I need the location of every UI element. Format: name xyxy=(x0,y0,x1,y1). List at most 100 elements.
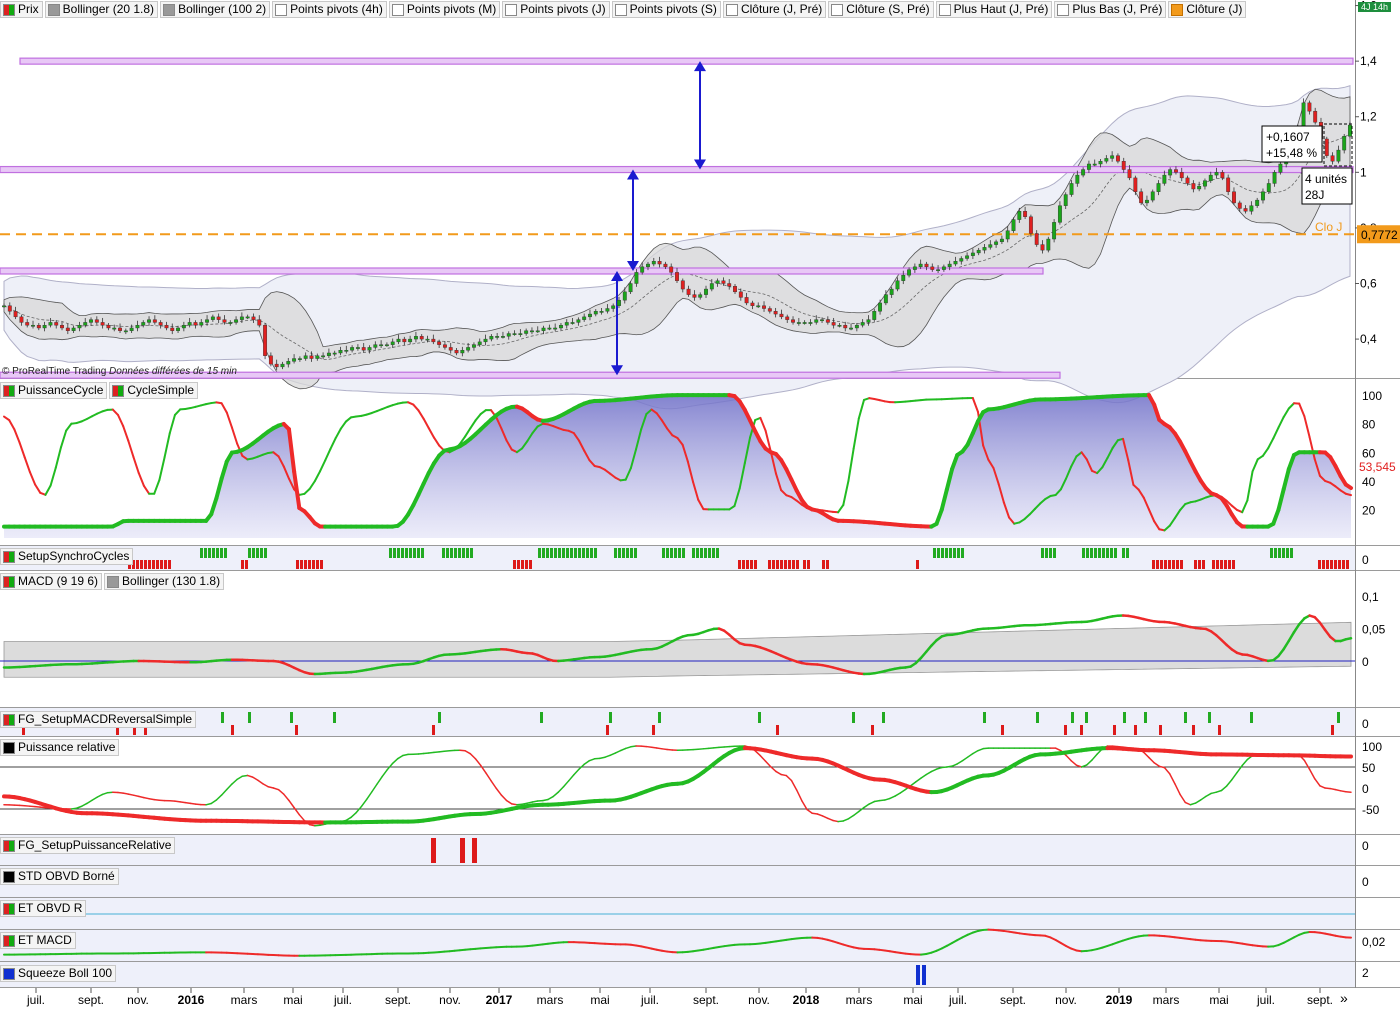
synchro-bar-green xyxy=(582,548,585,558)
candle-body xyxy=(588,313,592,318)
legend-item-squeeze-0[interactable]: Squeeze Boll 100 xyxy=(0,965,117,982)
synchro-bar-red xyxy=(784,560,787,569)
synchro-bar-red xyxy=(780,560,783,569)
synchro-bar-red xyxy=(772,560,775,569)
legend-item-price-5[interactable]: Points pivots (J) xyxy=(502,1,610,18)
candle xyxy=(1301,98,1306,131)
relative-fast-line xyxy=(308,823,316,827)
legend-label: Points pivots (4h) xyxy=(290,2,383,16)
synchro-bar-red xyxy=(822,560,825,569)
candle-body xyxy=(94,319,99,323)
synchro-bar-red xyxy=(776,560,779,569)
synchro-bar-green xyxy=(1114,548,1117,558)
x-tick-label: juil. xyxy=(333,993,352,1007)
candle-body xyxy=(843,324,848,329)
candle-body xyxy=(454,350,459,354)
legend-item-price-4[interactable]: Points pivots (M) xyxy=(388,1,501,18)
legend-swatch-icon xyxy=(163,3,176,16)
macd-reversal-up xyxy=(333,712,336,723)
synchro-bar-green xyxy=(1045,548,1048,558)
candle-body xyxy=(338,350,343,354)
synchro-bar-red xyxy=(768,560,771,569)
synchro-bar-green xyxy=(937,548,940,558)
legend-item-rel_setup-0[interactable]: FG_SetupPuissanceRelative xyxy=(0,837,176,854)
candle-body xyxy=(1040,244,1045,251)
relative-tick-label: 0 xyxy=(1362,782,1369,796)
x-tick-label: 2016 xyxy=(178,993,205,1007)
legend-item-price-3[interactable]: Points pivots (4h) xyxy=(272,1,387,18)
legend-item-macd-1[interactable]: Bollinger (130 1.8) xyxy=(104,573,225,590)
legend-item-synchro-0[interactable]: SetupSynchroCycles xyxy=(0,548,134,565)
et-macd-tick-label: 0,02 xyxy=(1362,935,1386,949)
macd-reversal-down xyxy=(871,725,874,735)
legend-item-price-11[interactable]: Clôture (J) xyxy=(1168,1,1247,18)
synchro-bar-red xyxy=(148,560,151,569)
synchro-bar-red xyxy=(1338,560,1341,569)
legend-item-relative-0[interactable]: Puissance relative xyxy=(0,739,120,756)
legend-item-price-6[interactable]: Points pivots (S) xyxy=(611,1,721,18)
macd-reversal-up xyxy=(221,712,224,723)
candle-body xyxy=(727,283,732,287)
legend-item-price-9[interactable]: Plus Haut (J, Pré) xyxy=(935,1,1053,18)
relative-fast-line xyxy=(189,802,197,805)
legend-item-price-1[interactable]: Bollinger (20 1.8) xyxy=(44,1,159,18)
synchro-bar-red xyxy=(517,560,520,569)
synchro-bar-green xyxy=(405,548,408,558)
zone-line-1 xyxy=(0,165,1354,174)
x-tick-label: 2017 xyxy=(486,993,513,1007)
candle-body xyxy=(1348,124,1352,137)
macd-reversal-down xyxy=(606,725,609,735)
legend-item-obvd-0[interactable]: STD OBVD Borné xyxy=(0,868,119,885)
macd-reversal-down xyxy=(652,725,655,735)
candle-body xyxy=(379,344,384,347)
candle-body xyxy=(222,319,227,323)
legend-item-et_obvd-0[interactable]: ET OBVD R xyxy=(0,900,87,917)
candle-body xyxy=(326,352,331,356)
legend-item-macd_rev-0[interactable]: FG_SetupMACDReversalSimple xyxy=(0,711,197,728)
synchro-bar-red xyxy=(525,560,528,569)
candle-body xyxy=(564,322,569,326)
legend-item-macd-0[interactable]: MACD (9 19 6) xyxy=(0,573,103,590)
candle-body xyxy=(820,319,824,322)
zone-line-2 xyxy=(0,267,1044,275)
legend-item-cycle-0[interactable]: PuissanceCycle xyxy=(0,382,108,399)
candle-body xyxy=(709,283,714,290)
synchro-bar-red xyxy=(241,560,244,569)
relative-fast-line xyxy=(531,800,539,803)
macd-reversal-up xyxy=(1337,712,1340,723)
candle-body xyxy=(419,336,424,340)
legend-item-price-7[interactable]: Clôture (J, Pré) xyxy=(722,1,827,18)
candle-body xyxy=(1226,177,1231,192)
synchro-bar-green xyxy=(957,548,960,558)
annotation-days: 28J xyxy=(1305,188,1324,202)
legend-item-price-0[interactable]: Prix xyxy=(0,1,43,18)
panel-squeeze xyxy=(0,962,1355,987)
candle-body xyxy=(651,261,656,265)
legend-item-et_macd-0[interactable]: ET MACD xyxy=(0,932,76,949)
candle-body xyxy=(547,327,552,330)
synchro-bar-red xyxy=(144,560,147,569)
relative-fast-line xyxy=(656,747,663,750)
candle-body xyxy=(1145,199,1149,204)
synchro-bar-green xyxy=(466,548,469,558)
legend-item-cycle-1[interactable]: CycleSimple xyxy=(109,382,199,399)
chart-canvas[interactable]: +0,1607+15,48 %4 unités28J0,40,60,811,21… xyxy=(0,0,1400,1010)
candle-body xyxy=(959,258,964,262)
candle-body xyxy=(698,294,703,298)
legend-label: CycleSimple xyxy=(127,383,195,397)
candle-body xyxy=(1301,102,1306,129)
legend-label: Bollinger (130 1.8) xyxy=(122,574,221,588)
macd-reversal-down xyxy=(1001,725,1004,735)
synchro-bar-green xyxy=(1041,548,1044,558)
candle-body xyxy=(965,255,970,259)
synchro-bar-green xyxy=(1049,548,1052,558)
relative-fast-line xyxy=(521,802,529,805)
relative-fast-line xyxy=(433,751,440,754)
candle-body xyxy=(19,316,24,323)
legend-item-price-8[interactable]: Clôture (S, Pré) xyxy=(828,1,934,18)
relative-tick-label: -50 xyxy=(1362,803,1380,817)
legend-item-price-2[interactable]: Bollinger (100 2) xyxy=(160,1,271,18)
legend-item-price-10[interactable]: Plus Bas (J, Pré) xyxy=(1054,1,1167,18)
x-tick-label: mars xyxy=(846,993,873,1007)
timeframe-badge[interactable]: 4J 14h xyxy=(1358,2,1392,12)
